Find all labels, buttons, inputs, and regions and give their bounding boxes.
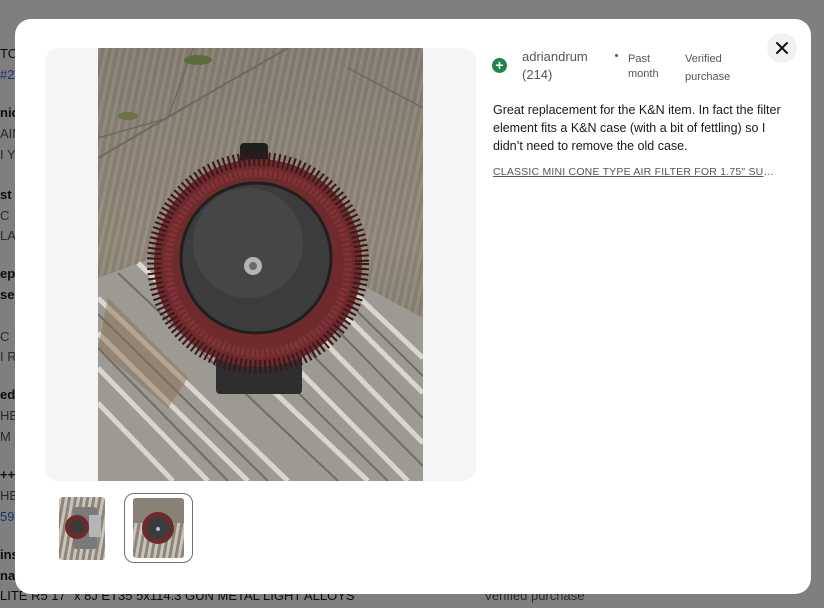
- air-filter-photo: [98, 48, 423, 481]
- thumbnail-carburettor[interactable]: [57, 495, 107, 562]
- verified-purchase-label: Verified purchase: [685, 53, 731, 83]
- plus-circle-icon: +: [492, 58, 507, 73]
- thumbnail-image: [133, 498, 184, 558]
- review-time: Past month: [628, 53, 659, 80]
- close-icon: [776, 42, 788, 54]
- reviewer-info: + adriandrum (214) Past month Verified p…: [492, 48, 792, 88]
- review-photo-dialog: + adriandrum (214) Past month Verified p…: [15, 19, 811, 594]
- thumbnail-image: [59, 496, 105, 560]
- separator-dot: [615, 54, 618, 57]
- reviewer-feedback-count: (214): [522, 67, 553, 82]
- review-body: Great replacement for the K&N item. In f…: [493, 103, 781, 153]
- photo-viewer: [45, 48, 476, 481]
- thumbnail-air-filter[interactable]: [124, 493, 193, 563]
- reviewer-name: adriandrum: [522, 49, 588, 64]
- photo-thumbnail-strip: [57, 493, 193, 563]
- reviewed-item-link[interactable]: CLASSIC MINI CONE TYPE AIR FILTER FOR 1.…: [493, 166, 775, 178]
- review-main-photo: [98, 48, 423, 481]
- close-button[interactable]: [767, 33, 797, 63]
